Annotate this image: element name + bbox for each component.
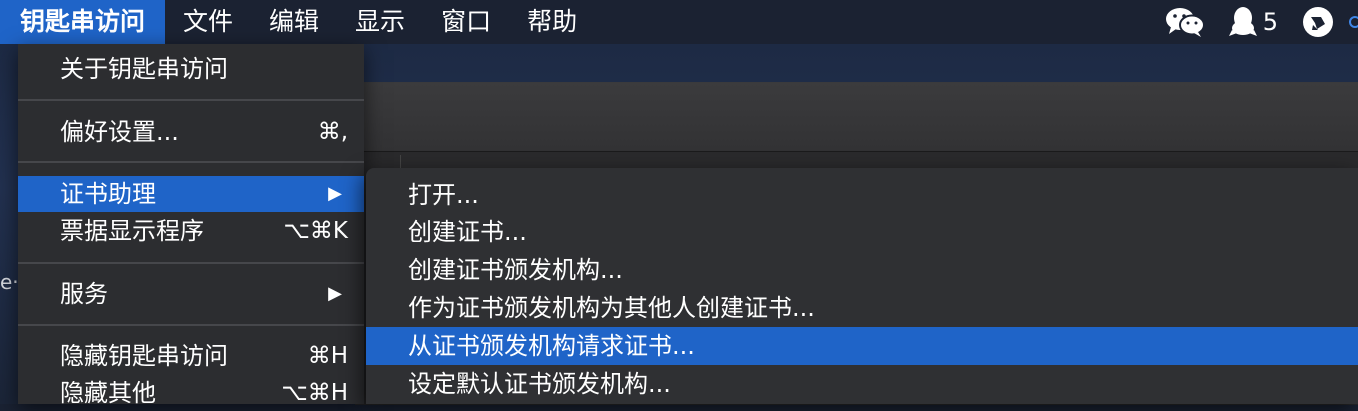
menu-separator	[18, 99, 364, 101]
submenu-item-label: 设定默认证书颁发机构...	[408, 370, 671, 398]
menubar-help[interactable]: 帮助	[509, 0, 595, 44]
menubar-file[interactable]: 文件	[165, 0, 251, 44]
background-window-toolbar	[355, 83, 1358, 152]
status-menu-area: 5	[1141, 0, 1358, 44]
qq-status-item[interactable]: 5	[1228, 6, 1278, 38]
menu-item-hide-others[interactable]: 隐藏其他 ⌥⌘H	[18, 375, 364, 411]
submenu-item-label: 打开...	[408, 181, 479, 209]
certificate-assistant-submenu: 打开... 创建证书... 创建证书颁发机构... 作为证书颁发机构为其他人创建…	[366, 168, 1358, 404]
submenu-arrow-icon: ▶	[328, 283, 342, 304]
feishu-status-item[interactable]	[1302, 6, 1334, 38]
menubar-view[interactable]: 显示	[337, 0, 423, 44]
menu-item-shortcut: ⌘H	[307, 343, 348, 369]
submenu-arrow-icon: ▶	[328, 183, 342, 204]
feishu-icon	[1302, 6, 1334, 38]
submenu-item-label: 创建证书颁发机构...	[408, 256, 623, 284]
menu-item-shortcut: ⌥⌘H	[281, 380, 348, 406]
wechat-icon	[1165, 6, 1205, 38]
submenu-item-create-certificate[interactable]: 创建证书...	[366, 213, 1358, 251]
menu-item-label: 票据显示程序	[60, 217, 204, 245]
qq-icon	[1228, 6, 1257, 38]
app-dropdown-menu: 关于钥匙串访问 偏好设置... ⌘, 证书助理 ▶ 票据显示程序 ⌥⌘K 服务 …	[18, 44, 364, 407]
menu-separator	[18, 161, 364, 163]
menu-item-preferences[interactable]: 偏好设置... ⌘,	[18, 114, 364, 150]
menu-separator	[18, 324, 364, 326]
menubar-edit[interactable]: 编辑	[251, 0, 337, 44]
menubar-window[interactable]: 窗口	[423, 0, 509, 44]
wechat-status-item[interactable]	[1165, 6, 1205, 38]
partial-status-icon[interactable]	[1348, 6, 1358, 38]
menu-item-about[interactable]: 关于钥匙串访问	[18, 51, 364, 87]
submenu-item-open[interactable]: 打开...	[366, 176, 1358, 214]
menu-item-label: 偏好设置...	[60, 118, 179, 146]
submenu-item-label: 创建证书...	[408, 218, 527, 246]
menu-separator	[18, 262, 364, 264]
menu-item-certificate-assistant[interactable]: 证书助理 ▶	[18, 176, 364, 212]
menu-bar: 钥匙串访问 文件 编辑 显示 窗口 帮助 5	[0, 0, 1358, 44]
menu-item-label: 隐藏钥匙串访问	[60, 342, 228, 370]
submenu-item-create-ca[interactable]: 创建证书颁发机构...	[366, 251, 1358, 289]
submenu-item-create-cert-for-others[interactable]: 作为证书颁发机构为其他人创建证书...	[366, 289, 1358, 327]
background-window-text: e·	[0, 270, 19, 294]
menu-item-label: 关于钥匙串访问	[60, 55, 228, 83]
menu-item-hide-app[interactable]: 隐藏钥匙串访问 ⌘H	[18, 338, 364, 374]
submenu-item-request-certificate[interactable]: 从证书颁发机构请求证书...	[366, 327, 1358, 365]
menu-item-label: 隐藏其他	[60, 379, 156, 407]
menubar-app-menu[interactable]: 钥匙串访问	[0, 0, 166, 44]
submenu-item-label: 作为证书颁发机构为其他人创建证书...	[408, 294, 815, 322]
menu-item-services[interactable]: 服务 ▶	[18, 276, 364, 312]
menu-item-ticket-viewer[interactable]: 票据显示程序 ⌥⌘K	[18, 213, 364, 249]
menu-item-label: 证书助理	[60, 180, 156, 208]
menu-item-label: 服务	[60, 280, 108, 308]
submenu-item-label: 从证书颁发机构请求证书...	[408, 332, 695, 360]
qq-unread-count: 5	[1262, 8, 1278, 36]
menu-item-shortcut: ⌥⌘K	[283, 218, 348, 244]
menu-item-shortcut: ⌘,	[317, 119, 348, 145]
submenu-item-set-default-ca[interactable]: 设定默认证书颁发机构...	[366, 365, 1358, 403]
